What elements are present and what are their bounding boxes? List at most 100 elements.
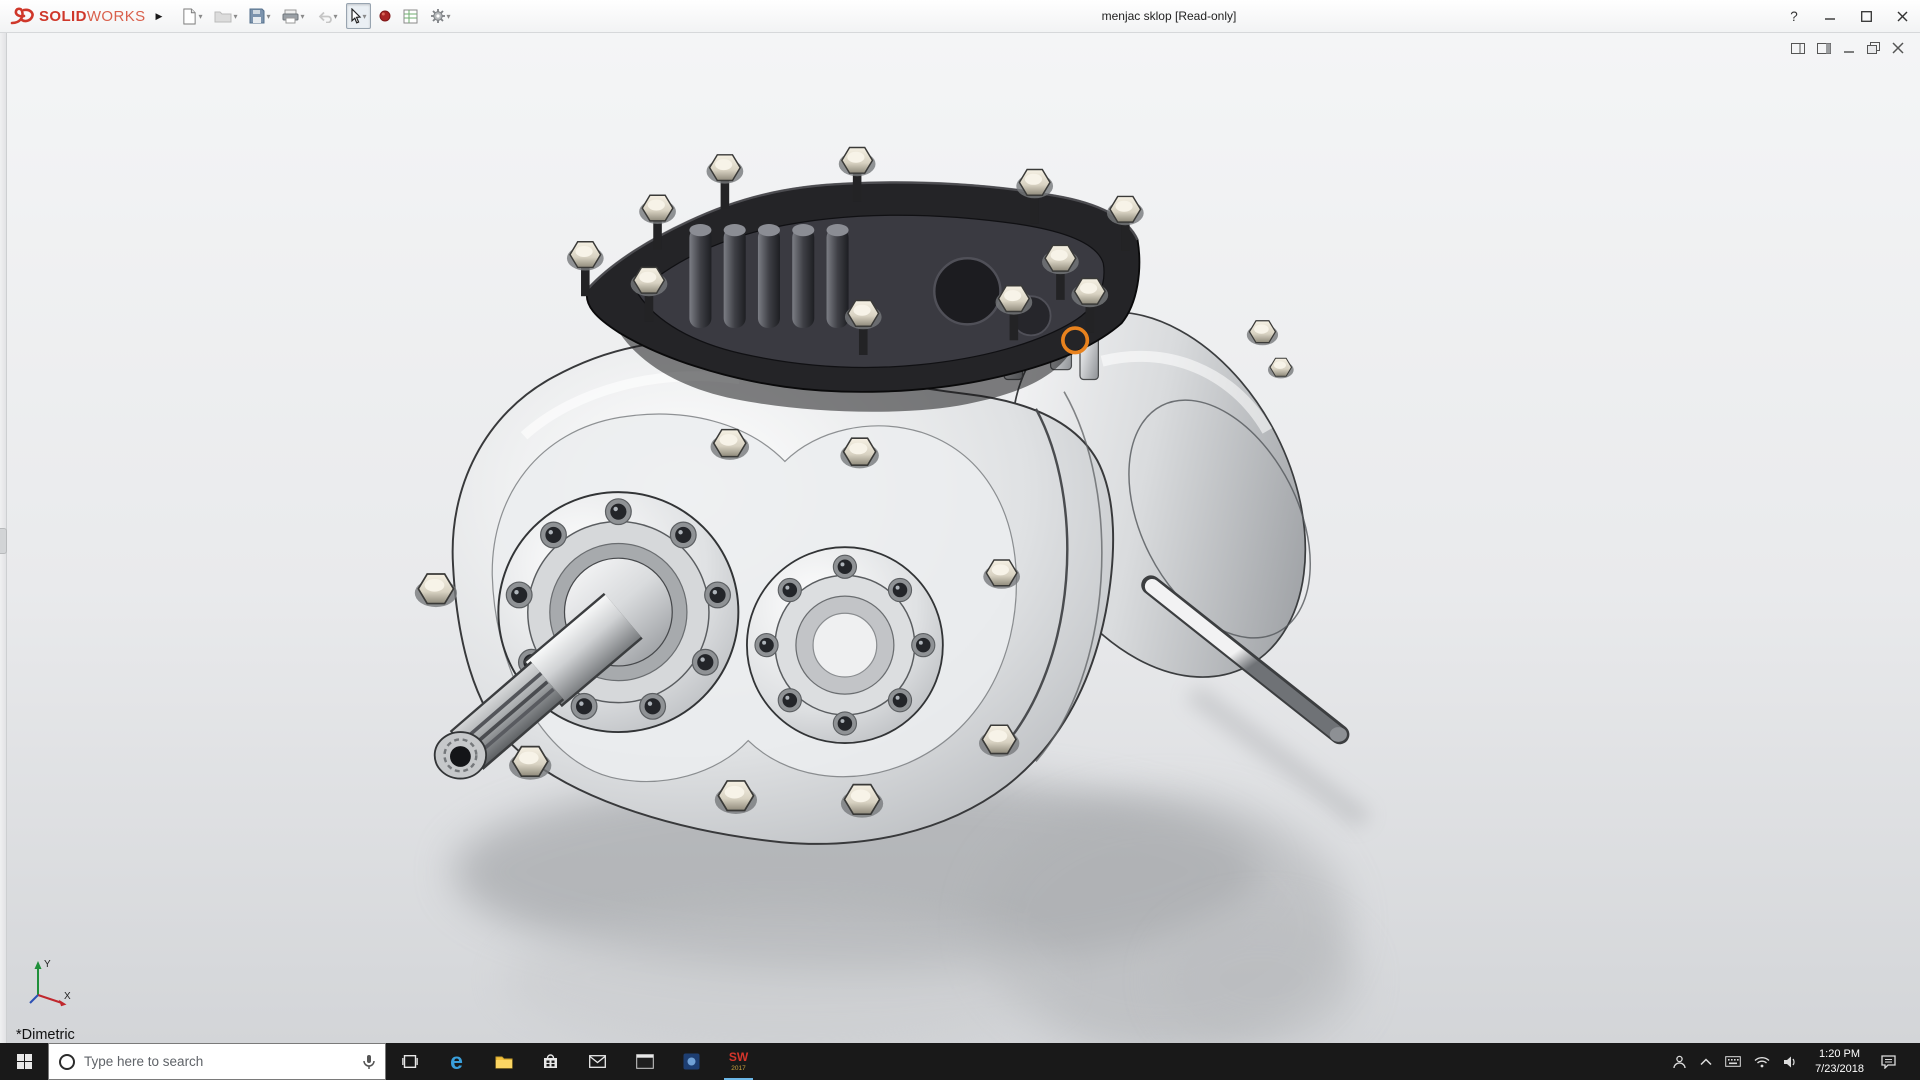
taskbar-search[interactable] xyxy=(48,1043,386,1080)
z-axis-arrow xyxy=(30,995,38,1003)
speaker-icon xyxy=(1783,1056,1798,1068)
touch-keyboard-button[interactable] xyxy=(1725,1056,1741,1067)
help-button[interactable]: ? xyxy=(1776,0,1812,33)
new-document-button[interactable]: ▾ xyxy=(178,3,206,29)
people-icon xyxy=(1672,1055,1687,1069)
select-tool-button[interactable]: ▾ xyxy=(346,3,371,29)
store-button[interactable] xyxy=(527,1043,574,1080)
ds-logo-icon xyxy=(10,7,36,25)
sw-text: SW xyxy=(729,1051,748,1064)
microphone-icon[interactable] xyxy=(362,1054,376,1070)
titlebar: SOLIDWORKS ▶ ▾ ▾ ▾ xyxy=(0,0,1920,33)
brand-solid: SOLID xyxy=(39,8,87,25)
solidworks-app-icon: SW 2017 xyxy=(729,1051,748,1071)
sw-year-text: 2017 xyxy=(731,1065,745,1072)
maximize-icon xyxy=(1861,11,1872,22)
store-icon xyxy=(542,1053,559,1070)
orientation-triad: Y X xyxy=(22,955,74,1011)
graphics-viewport[interactable]: Y X *Dimetric xyxy=(0,33,1920,1043)
minimize-button[interactable] xyxy=(1812,0,1848,33)
close-button[interactable] xyxy=(1884,0,1920,33)
edge-icon: e xyxy=(450,1050,463,1073)
clock-date: 7/23/2018 xyxy=(1815,1062,1864,1076)
task-view-icon xyxy=(402,1055,418,1068)
dropdown-arrow-icon: ▾ xyxy=(363,12,367,21)
pane-left-icon[interactable] xyxy=(1791,43,1805,54)
page-icon xyxy=(182,8,197,25)
minimize-icon xyxy=(1825,11,1836,22)
dropdown-arrow-icon: ▾ xyxy=(334,12,338,21)
table-button[interactable] xyxy=(399,3,422,29)
y-axis-arrow xyxy=(35,961,42,969)
quick-access-toolbar: ▾ ▾ ▾ ▾ xyxy=(178,3,454,29)
undo-button[interactable]: ▾ xyxy=(313,3,342,29)
file-explorer-button[interactable] xyxy=(480,1043,527,1080)
dropdown-arrow-icon: ▾ xyxy=(198,12,202,21)
undo-arrow-icon xyxy=(317,10,333,23)
folder-icon xyxy=(214,9,232,23)
y-axis-label: Y xyxy=(44,959,51,970)
brand-works: WORKS xyxy=(87,8,146,25)
volume-button[interactable] xyxy=(1783,1056,1798,1068)
blue-app-icon xyxy=(683,1053,700,1070)
start-button[interactable] xyxy=(0,1043,48,1080)
search-input[interactable] xyxy=(84,1054,354,1069)
appearance-button[interactable] xyxy=(375,3,395,29)
solidworks-logo: SOLIDWORKS xyxy=(0,7,150,25)
file-explorer-icon xyxy=(495,1055,513,1069)
blue-app-button[interactable] xyxy=(668,1043,715,1080)
mail-icon xyxy=(589,1055,606,1068)
task-view-button[interactable] xyxy=(386,1043,433,1080)
cursor-icon xyxy=(350,8,362,24)
floppy-icon xyxy=(249,8,265,24)
red-sphere-icon xyxy=(379,10,391,22)
windows-logo-icon xyxy=(17,1054,32,1069)
brand-text: SOLIDWORKS xyxy=(39,8,146,25)
app-window-icon xyxy=(636,1054,654,1069)
windows-taskbar: e xyxy=(0,1043,1920,1080)
document-title: menjac sklop [Read-only] xyxy=(1063,0,1275,33)
taskbar-clock[interactable]: 1:20 PM 7/23/2018 xyxy=(1811,1047,1868,1076)
dropdown-arrow-icon: ▾ xyxy=(233,12,237,21)
gear-icon xyxy=(430,8,446,24)
people-button[interactable] xyxy=(1672,1055,1687,1069)
view-orientation-label: *Dimetric xyxy=(16,1027,75,1043)
3d-scene[interactable] xyxy=(0,33,1920,1043)
printer-icon xyxy=(282,9,299,24)
doc-minimize-icon[interactable] xyxy=(1843,43,1855,54)
mail-button[interactable] xyxy=(574,1043,621,1080)
dropdown-arrow-icon: ▾ xyxy=(300,12,304,21)
featuremanager-expand-handle[interactable] xyxy=(0,528,7,554)
document-window-controls xyxy=(1791,42,1904,54)
open-button[interactable]: ▾ xyxy=(210,3,241,29)
sheet-icon xyxy=(403,9,418,24)
dropdown-arrow-icon: ▾ xyxy=(266,12,270,21)
close-icon xyxy=(1897,11,1908,22)
clock-time: 1:20 PM xyxy=(1815,1047,1864,1061)
chevron-up-icon xyxy=(1700,1058,1712,1066)
notification-icon xyxy=(1881,1055,1896,1069)
print-button[interactable]: ▾ xyxy=(278,3,308,29)
options-button[interactable]: ▾ xyxy=(426,3,455,29)
secondary-flange[interactable] xyxy=(747,547,943,743)
cortana-icon xyxy=(58,1053,76,1071)
network-icon xyxy=(1754,1056,1770,1068)
x-axis-label: X xyxy=(64,991,71,1002)
window-controls: ? xyxy=(1776,0,1920,33)
console-app-button[interactable] xyxy=(621,1043,668,1080)
network-button[interactable] xyxy=(1754,1056,1770,1068)
hidden-icons-button[interactable] xyxy=(1700,1058,1712,1066)
dropdown-arrow-icon: ▾ xyxy=(447,12,451,21)
maximize-button[interactable] xyxy=(1848,0,1884,33)
keyboard-icon xyxy=(1725,1056,1741,1067)
menu-flyout-arrow[interactable]: ▶ xyxy=(156,11,163,22)
solidworks-window: SOLIDWORKS ▶ ▾ ▾ ▾ xyxy=(0,0,1920,1080)
pane-right-icon[interactable] xyxy=(1817,43,1831,54)
doc-restore-icon[interactable] xyxy=(1867,42,1880,54)
action-center-button[interactable] xyxy=(1881,1055,1896,1069)
system-tray: 1:20 PM 7/23/2018 xyxy=(1668,1043,1920,1080)
doc-close-icon[interactable] xyxy=(1892,42,1904,54)
edge-button[interactable]: e xyxy=(433,1043,480,1080)
save-button[interactable]: ▾ xyxy=(245,3,274,29)
solidworks-taskbar-button[interactable]: SW 2017 xyxy=(715,1043,762,1080)
